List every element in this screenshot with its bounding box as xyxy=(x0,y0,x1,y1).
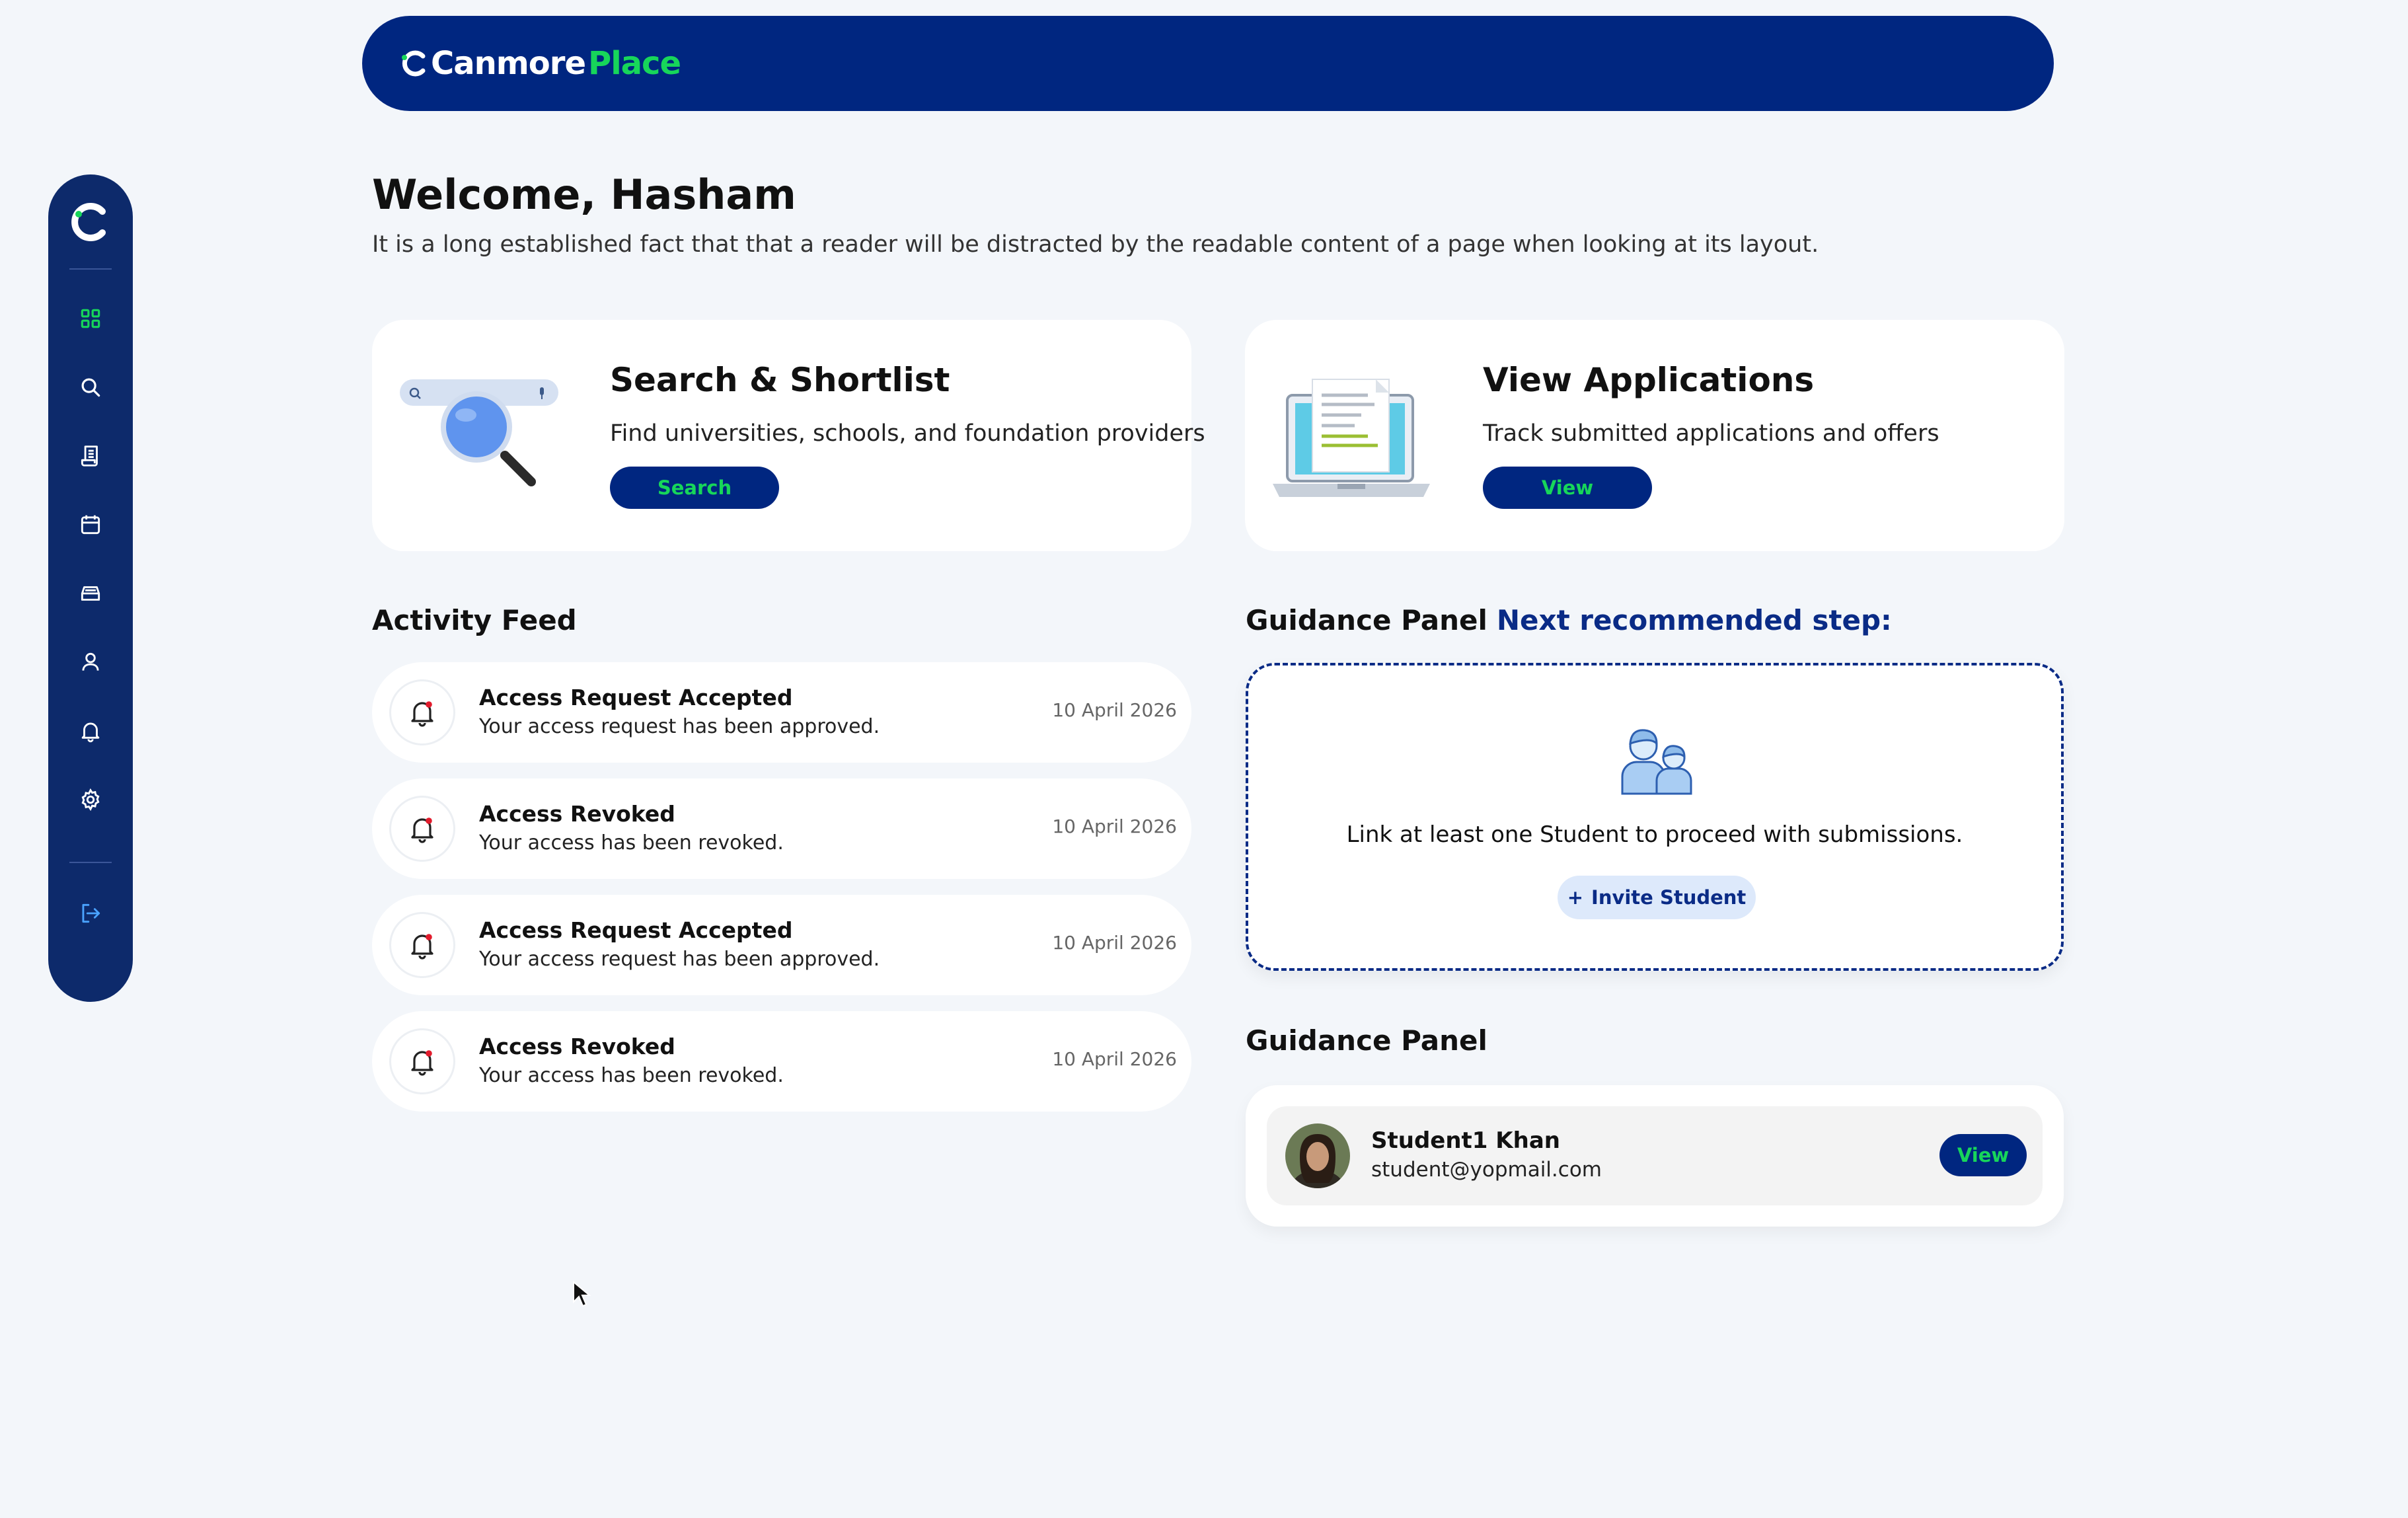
inbox-icon xyxy=(81,586,100,601)
activity-date: 10 April 2026 xyxy=(1052,1048,1177,1070)
student-row[interactable]: Student1 Khan student@yopmail.com View xyxy=(1267,1106,2043,1205)
search-button[interactable]: Search xyxy=(610,467,779,509)
student-name: Student1 Khan xyxy=(1371,1127,1560,1154)
activity-description: Your access request has been approved. xyxy=(479,948,880,971)
notification-bell xyxy=(389,1028,455,1094)
sidebar-item-settings[interactable] xyxy=(48,765,133,834)
search-card-description: Find universities, schools, and foundati… xyxy=(610,420,1205,447)
sidebar-item-calendar[interactable] xyxy=(48,490,133,559)
calendar-icon xyxy=(81,515,100,535)
activity-title: Access Request Accepted xyxy=(479,685,793,710)
sidebar-logo-icon[interactable] xyxy=(68,200,113,245)
sidebar-item-applications[interactable] xyxy=(48,422,133,490)
bell-alert-icon xyxy=(411,701,433,727)
search-card-title: Search & Shortlist xyxy=(610,361,950,399)
page-title: Welcome, Hasham xyxy=(372,171,796,219)
activity-title: Access Revoked xyxy=(479,801,675,827)
mouse-cursor-icon xyxy=(573,1281,591,1307)
activity-item[interactable]: Access Request Accepted Your access requ… xyxy=(372,662,1191,763)
activity-title: Access Revoked xyxy=(479,1034,675,1059)
view-applications-card: View Applications Track submitted applic… xyxy=(1245,320,2064,551)
student-panel: Student1 Khan student@yopmail.com View xyxy=(1246,1085,2064,1227)
bell-alert-icon xyxy=(411,817,433,843)
bell-alert-icon xyxy=(411,1050,433,1076)
activity-item[interactable]: Access Revoked Your access has been revo… xyxy=(372,778,1191,879)
sidebar xyxy=(48,174,133,1002)
sidebar-item-dashboard[interactable] xyxy=(48,284,133,353)
bell-alert-icon xyxy=(411,934,433,960)
gear-icon xyxy=(81,788,100,812)
guidance-panel-heading: Guidance Panel Next recommended step: xyxy=(1246,604,1892,636)
student-email: student@yopmail.com xyxy=(1371,1158,1602,1182)
guidance-message: Link at least one Student to proceed wit… xyxy=(1346,821,1963,848)
next-step-label: Next recommended step: xyxy=(1496,604,1892,636)
plus-icon: + xyxy=(1567,886,1584,909)
logo-c-icon xyxy=(402,50,426,77)
bell-icon xyxy=(81,722,100,743)
document-icon xyxy=(81,445,98,467)
grid-icon xyxy=(81,309,100,328)
notification-bell xyxy=(389,679,455,745)
sidebar-item-search[interactable] xyxy=(48,353,133,422)
activity-item[interactable]: Access Revoked Your access has been revo… xyxy=(372,1011,1191,1112)
applications-card-description: Track submitted applications and offers xyxy=(1483,420,1939,447)
activity-date: 10 April 2026 xyxy=(1052,816,1177,837)
user-icon xyxy=(82,652,99,671)
invite-student-button[interactable]: + Invite Student xyxy=(1558,876,1756,919)
activity-feed-heading: Activity Feed xyxy=(372,604,577,636)
activity-description: Your access request has been approved. xyxy=(479,715,880,738)
search-illustration-icon xyxy=(400,379,558,486)
notification-bell xyxy=(389,912,455,978)
students-illustration-icon xyxy=(1621,729,1692,795)
sidebar-divider xyxy=(69,862,112,863)
sidebar-item-logout[interactable] xyxy=(48,879,133,948)
student-panel-heading: Guidance Panel xyxy=(1246,1024,1487,1057)
brand-name-part2: Place xyxy=(588,45,681,82)
laptop-illustration-icon xyxy=(1273,379,1430,497)
view-applications-button[interactable]: View xyxy=(1483,467,1652,509)
guidance-card: Link at least one Student to proceed wit… xyxy=(1246,663,2064,971)
logout-icon xyxy=(82,903,100,923)
sidebar-divider xyxy=(69,268,112,270)
sidebar-item-profile[interactable] xyxy=(48,628,133,697)
brand-name-part1: Canmore xyxy=(431,45,586,82)
activity-description: Your access has been revoked. xyxy=(479,831,784,854)
sidebar-item-inbox[interactable] xyxy=(48,559,133,628)
activity-title: Access Request Accepted xyxy=(479,917,793,943)
guidance-heading-label: Guidance Panel xyxy=(1246,604,1487,636)
student-avatar xyxy=(1285,1123,1350,1188)
activity-description: Your access has been revoked. xyxy=(479,1064,784,1087)
view-student-button[interactable]: View xyxy=(1939,1134,2027,1176)
brand-logo[interactable]: Canmore Place xyxy=(399,45,681,82)
activity-item[interactable]: Access Request Accepted Your access requ… xyxy=(372,895,1191,995)
activity-date: 10 April 2026 xyxy=(1052,932,1177,954)
notification-bell xyxy=(389,796,455,862)
top-bar: Canmore Place xyxy=(362,16,2054,111)
activity-date: 10 April 2026 xyxy=(1052,699,1177,721)
applications-card-title: View Applications xyxy=(1483,361,1815,399)
sidebar-item-notifications[interactable] xyxy=(48,697,133,765)
search-shortlist-card: Search & Shortlist Find universities, sc… xyxy=(372,320,1205,551)
invite-student-label: Invite Student xyxy=(1591,886,1747,909)
page-subtitle: It is a long established fact that that … xyxy=(372,231,1819,258)
search-icon xyxy=(81,378,100,397)
